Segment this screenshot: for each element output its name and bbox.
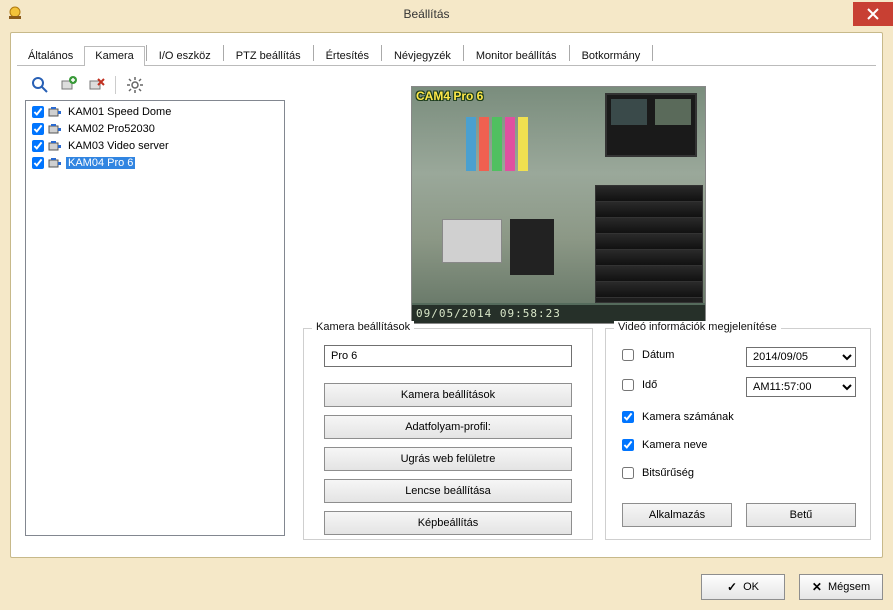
camera-tree-checkbox[interactable]	[32, 140, 44, 152]
camera-icon	[48, 157, 62, 169]
cam-number-checkbox[interactable]	[622, 411, 634, 423]
camera-settings-button[interactable]: Kamera beállítások	[324, 383, 572, 407]
tab-joystick[interactable]: Botkormány	[571, 46, 652, 66]
close-icon: ✕	[812, 580, 822, 594]
camera-tree-checkbox[interactable]	[32, 123, 44, 135]
camera-settings-legend: Kamera beállítások	[312, 321, 414, 333]
search-icon[interactable]	[31, 76, 49, 94]
tab-separator	[381, 45, 382, 61]
date-checkbox[interactable]	[622, 349, 634, 361]
tab-ptz-label: PTZ beállítás	[236, 50, 301, 62]
delete-icon[interactable]	[87, 76, 105, 94]
camera-preview: CAM4 Pro 6 09/05/2014 09:58:23	[411, 86, 706, 324]
tab-ptz[interactable]: PTZ beállítás	[225, 46, 312, 66]
camera-tree-checkbox[interactable]	[32, 106, 44, 118]
cam-name-checkbox[interactable]	[622, 439, 634, 451]
ok-button[interactable]: ✓ OK	[701, 574, 785, 600]
cam-number-label: Kamera számának	[642, 411, 734, 423]
time-combo[interactable]: AM11:57:00	[746, 377, 856, 397]
cam-name-row: Kamera neve	[622, 439, 707, 451]
cam-number-row: Kamera számának	[622, 411, 734, 423]
tab-notify[interactable]: Értesítés	[315, 46, 380, 66]
time-row: Idő	[622, 379, 657, 391]
apply-button[interactable]: Alkalmazás	[622, 503, 732, 527]
font-button[interactable]: Betű	[746, 503, 856, 527]
tab-general[interactable]: Általános	[17, 46, 84, 66]
camera-icon	[48, 123, 62, 135]
tab-separator	[569, 45, 570, 61]
cam-name-label: Kamera neve	[642, 439, 707, 451]
add-icon[interactable]	[59, 76, 77, 94]
time-checkbox[interactable]	[622, 379, 634, 391]
cancel-label: Mégsem	[828, 581, 870, 593]
tab-contacts-label: Névjegyzék	[394, 50, 451, 62]
tab-contacts[interactable]: Névjegyzék	[383, 46, 462, 66]
tab-strip: Általános Kamera I/O eszköz PTZ beállítá…	[17, 41, 876, 65]
check-icon: ✓	[727, 580, 737, 594]
camera-tree-item[interactable]: KAM04 Pro 6	[28, 154, 282, 171]
dialog-footer: ✓ OK ✕ Mégsem	[701, 574, 883, 600]
tab-separator	[146, 45, 147, 61]
tab-body-camera: KAM01 Speed Dome KAM02 Pro52030 KAM03 Vide…	[17, 65, 876, 545]
camera-tree-label: KAM03 Video server	[66, 140, 171, 152]
tab-notify-label: Értesítés	[326, 50, 369, 62]
main-panel: Általános Kamera I/O eszköz PTZ beállítá…	[10, 32, 883, 558]
camera-icon	[48, 140, 62, 152]
gear-icon[interactable]	[126, 76, 144, 94]
tab-camera[interactable]: Kamera	[84, 46, 145, 66]
tab-monitor-label: Monitor beállítás	[476, 50, 557, 62]
time-label: Idő	[642, 379, 657, 391]
preview-box	[442, 219, 502, 263]
preview-osd-name: CAM4 Pro 6	[416, 89, 483, 103]
video-info-group: Videó információk megjelenítése Dátum 20…	[605, 328, 871, 540]
bitrate-row: Bitsűrűség	[622, 467, 694, 479]
tab-general-label: Általános	[28, 50, 73, 62]
image-settings-button[interactable]: Képbeállítás	[324, 511, 572, 535]
camera-settings-group: Kamera beállítások Kamera beállítások Ad…	[303, 328, 593, 540]
ok-label: OK	[743, 581, 759, 593]
date-label: Dátum	[642, 349, 674, 361]
preview-banners	[466, 117, 546, 171]
tab-separator	[223, 45, 224, 61]
stream-profile-button[interactable]: Adatfolyam-profil:	[324, 415, 572, 439]
camera-tree-item[interactable]: KAM01 Speed Dome	[28, 103, 282, 120]
preview-box	[510, 219, 554, 275]
cancel-button[interactable]: ✕ Mégsem	[799, 574, 883, 600]
date-combo[interactable]: 2014/09/05	[746, 347, 856, 367]
preview-rack	[595, 185, 703, 303]
preview-monitor	[605, 93, 697, 157]
title-bar: Beállítás	[0, 0, 893, 28]
app-icon	[6, 4, 24, 22]
camera-tree-item[interactable]: KAM03 Video server	[28, 137, 282, 154]
date-row: Dátum	[622, 349, 674, 361]
toolbar-separator	[115, 76, 116, 94]
camera-tree[interactable]: KAM01 Speed Dome KAM02 Pro52030 KAM03 Vide…	[25, 100, 285, 536]
tab-monitor[interactable]: Monitor beállítás	[465, 46, 568, 66]
camera-tree-label: KAM02 Pro52030	[66, 123, 157, 135]
camera-toolbar	[31, 76, 144, 94]
bitrate-checkbox[interactable]	[622, 467, 634, 479]
camera-tree-item[interactable]: KAM02 Pro52030	[28, 120, 282, 137]
video-info-legend: Videó információk megjelenítése	[614, 321, 781, 333]
tab-separator	[463, 45, 464, 61]
tab-joystick-label: Botkormány	[582, 50, 641, 62]
web-ui-button[interactable]: Ugrás web felületre	[324, 447, 572, 471]
tab-io[interactable]: I/O eszköz	[148, 46, 222, 66]
tab-io-label: I/O eszköz	[159, 50, 211, 62]
window-title: Beállítás	[0, 7, 853, 21]
window-close-button[interactable]	[853, 2, 893, 26]
camera-tree-label: KAM01 Speed Dome	[66, 106, 173, 118]
tab-camera-label: Kamera	[95, 50, 134, 62]
camera-name-input[interactable]	[324, 345, 572, 367]
camera-tree-checkbox[interactable]	[32, 157, 44, 169]
tab-separator	[313, 45, 314, 61]
tab-separator	[652, 45, 653, 61]
bitrate-label: Bitsűrűség	[642, 467, 694, 479]
lens-settings-button[interactable]: Lencse beállítása	[324, 479, 572, 503]
camera-icon	[48, 106, 62, 118]
camera-tree-label: KAM04 Pro 6	[66, 157, 135, 169]
